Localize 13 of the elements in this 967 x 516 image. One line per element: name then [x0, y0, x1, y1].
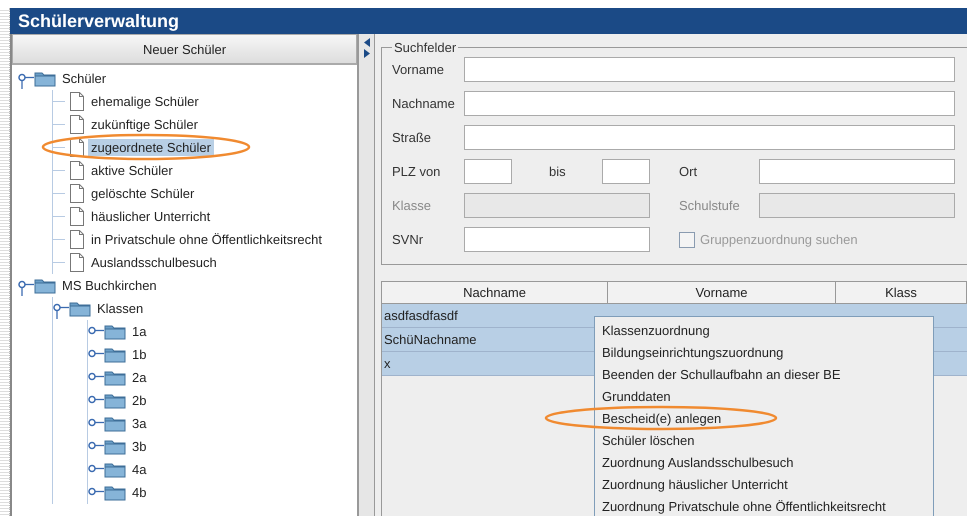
field-label: SVNr [392, 232, 424, 247]
field-label: Nachname [392, 96, 456, 111]
field-label: Klasse [392, 198, 432, 213]
field-label: Schulstufe [679, 198, 741, 213]
group-title: Suchfelder [393, 40, 458, 55]
checkbox-label: Gruppenzuordnung suchen [700, 232, 858, 247]
field-label: Vorname [392, 62, 446, 77]
table-cell-text: asdfasdfasdf [383, 307, 459, 325]
field-label: Straße [392, 130, 432, 145]
field-label: bis [548, 164, 567, 179]
field-label: Ort [679, 164, 698, 179]
field-label: PLZ von [392, 164, 442, 179]
window-title: Schülerverwaltung [10, 8, 967, 34]
